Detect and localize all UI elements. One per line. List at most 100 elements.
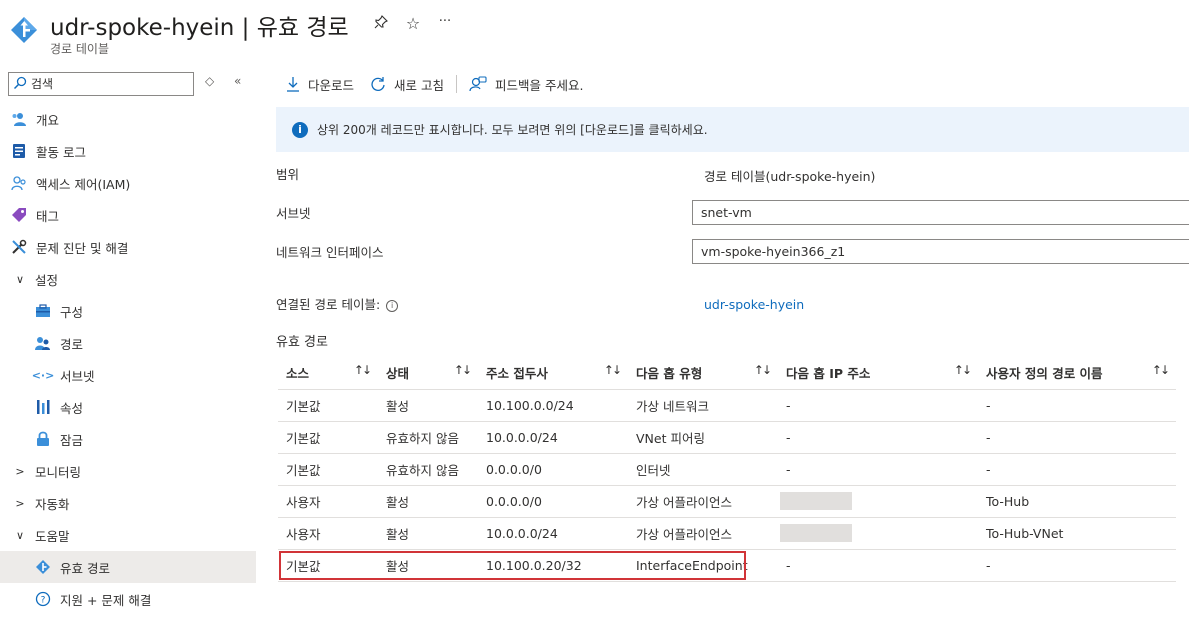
route-table-icon xyxy=(11,17,37,43)
table-header-row: 소스 ↑↓ 상태 ↑↓ 주소 접두사 ↑↓ 다음 홉 유형 ↑↓ 다음 홉 IP 주소 ↑… xyxy=(278,356,1176,390)
column-header-state[interactable]: 상태 ↑↓ xyxy=(378,356,478,390)
sidebar-item-label: 서브넷 xyxy=(60,368,95,384)
redacted-ip-block xyxy=(780,492,852,510)
diagnose-icon xyxy=(10,238,28,256)
sidebar-item-label: 활동 로그 xyxy=(36,144,86,160)
download-icon xyxy=(287,77,299,92)
sort-icon[interactable]: ↑↓ xyxy=(1152,363,1170,377)
sort-icon[interactable]: ↑↓ xyxy=(604,363,622,377)
search-box[interactable] xyxy=(8,72,194,96)
sidebar-item-properties[interactable]: 속성 xyxy=(0,391,256,423)
sidebar-item-label: 문제 진단 및 해결 xyxy=(36,240,129,256)
column-header-address-prefix[interactable]: 주소 접두사 ↑↓ xyxy=(478,356,628,390)
chevron-down-icon: ∨ xyxy=(15,272,25,286)
cell-next-hop-ip xyxy=(778,485,978,518)
table-row: 사용자 활성 0.0.0.0/0 가상 어플라이언스 To-Hub xyxy=(278,485,1176,518)
sidebar-item-label: 지원 + 문제 해결 xyxy=(60,592,152,608)
sidebar-item-iam[interactable]: 액세스 제어(IAM) xyxy=(0,167,256,199)
feedback-button[interactable]: 피드백을 주세요. xyxy=(469,75,583,94)
sidebar-item-label: 개요 xyxy=(36,112,60,128)
star-icon[interactable]: ☆ xyxy=(404,14,422,33)
sidebar-item-locks[interactable]: 잠금 xyxy=(0,423,256,455)
refresh-button[interactable]: 새로 고침 xyxy=(370,75,444,94)
cell-address-prefix: 10.100.0.20/32 xyxy=(478,549,628,582)
sidebar-item-diagnose[interactable]: 문제 진단 및 해결 xyxy=(0,231,256,263)
column-header-udr-name[interactable]: 사용자 정의 경로 이름 ↑↓ xyxy=(978,356,1176,390)
sidebar-item-configuration[interactable]: 구성 xyxy=(0,295,256,327)
download-button[interactable]: 다운로드 xyxy=(286,75,354,94)
column-header-label: 다음 홉 IP 주소 xyxy=(786,365,871,381)
cell-state: 활성 xyxy=(378,389,478,422)
pin-icon[interactable] xyxy=(372,14,390,33)
column-header-source[interactable]: 소스 ↑↓ xyxy=(278,356,378,390)
search-input[interactable] xyxy=(31,75,191,93)
sidebar-item-tags[interactable]: 태그 xyxy=(0,199,256,231)
sidebar-group-automation[interactable]: > 자동화 xyxy=(0,487,256,519)
sidebar-item-label: 유효 경로 xyxy=(60,560,110,576)
sidebar-item-label: 속성 xyxy=(60,400,84,416)
cell-state: 활성 xyxy=(378,485,478,518)
associated-route-table-link[interactable]: udr-spoke-hyein xyxy=(704,297,804,312)
cell-next-hop-type: 인터넷 xyxy=(628,453,778,486)
cell-udr-name: To-Hub-VNet xyxy=(978,517,1176,550)
cell-udr-name: - xyxy=(978,549,1176,582)
associated-route-table-label: 연결된 경로 테이블: i xyxy=(276,294,399,313)
cell-state: 활성 xyxy=(378,549,478,582)
sort-icon[interactable]: ↑↓ xyxy=(954,363,972,377)
cell-address-prefix: 0.0.0.0/0 xyxy=(478,485,628,518)
table-row-highlighted: 기본값 활성 10.100.0.20/32 InterfaceEndpoint … xyxy=(278,549,1176,582)
routes-icon xyxy=(34,334,52,352)
sidebar-group-settings[interactable]: ∨ 설정 xyxy=(0,263,256,295)
cell-address-prefix: 10.100.0.0/24 xyxy=(478,389,628,422)
effective-routes-title: 유효 경로 xyxy=(276,335,328,350)
cell-next-hop-ip: - xyxy=(778,453,978,486)
page-header: udr-spoke-hyein | 유효 경로 경로 테이블 ☆ ··· xyxy=(0,0,1189,62)
cell-source: 사용자 xyxy=(278,485,378,518)
cell-state: 유효하지 않음 xyxy=(378,421,478,454)
search-icon xyxy=(13,76,27,90)
cell-source: 기본값 xyxy=(278,421,378,454)
subnet-icon: <·> xyxy=(31,368,55,382)
sidebar-item-effective-routes[interactable]: 유효 경로 xyxy=(0,551,256,583)
associated-label-text: 연결된 경로 테이블: xyxy=(276,297,381,312)
sidebar-item-subnets[interactable]: <·> 서브넷 xyxy=(0,359,256,391)
feedback-icon xyxy=(469,76,487,92)
sidebar-group-monitoring[interactable]: > 모니터링 xyxy=(0,455,256,487)
cell-next-hop-type: 가상 어플라이언스 xyxy=(628,517,778,550)
cell-source: 기본값 xyxy=(278,389,378,422)
cell-state: 활성 xyxy=(378,517,478,550)
sort-icon[interactable]: ↑↓ xyxy=(354,363,372,377)
sidebar-item-support[interactable]: ? 지원 + 문제 해결 xyxy=(0,583,256,615)
chevron-right-icon: > xyxy=(15,464,25,478)
sidebar-item-label: 모니터링 xyxy=(35,464,82,480)
info-icon[interactable]: i xyxy=(386,299,399,312)
more-icon[interactable]: ··· xyxy=(436,14,454,33)
scope-value: 경로 테이블(udr-spoke-hyein) xyxy=(704,169,876,184)
refresh-icon xyxy=(371,77,385,91)
page-title: udr-spoke-hyein | 유효 경로 xyxy=(50,15,349,41)
cell-next-hop-type: VNet 피어링 xyxy=(628,421,778,454)
column-header-next-hop-type[interactable]: 다음 홉 유형 ↑↓ xyxy=(628,356,778,390)
sort-icon[interactable]: ↑↓ xyxy=(754,363,772,377)
sidebar-item-overview[interactable]: 개요 xyxy=(0,103,256,135)
table-row: 기본값 유효하지 않음 0.0.0.0/0 인터넷 - - xyxy=(278,453,1176,486)
sidebar-item-activity-log[interactable]: 활동 로그 xyxy=(0,135,256,167)
cell-udr-name: - xyxy=(978,453,1176,486)
download-label: 다운로드 xyxy=(308,77,355,93)
nic-dropdown[interactable]: vm-spoke-hyein366_z1 xyxy=(692,239,1189,264)
help-icon: ? xyxy=(34,590,52,608)
sort-icon[interactable]: ↑↓ xyxy=(454,363,472,377)
expand-collapse-icon[interactable]: ◇ xyxy=(205,74,214,88)
subnet-dropdown[interactable]: snet-vm xyxy=(692,200,1189,225)
iam-icon xyxy=(10,174,28,192)
column-header-next-hop-ip[interactable]: 다음 홉 IP 주소 ↑↓ xyxy=(778,356,978,390)
cell-udr-name: To-Hub xyxy=(978,485,1176,518)
cell-udr-name: - xyxy=(978,421,1176,454)
cell-udr-name: - xyxy=(978,389,1176,422)
info-banner: i 상위 200개 레코드만 표시합니다. 모두 보려면 위의 [다운로드]를 … xyxy=(276,107,1189,152)
activity-log-icon xyxy=(10,142,28,160)
subnet-value: snet-vm xyxy=(701,205,752,220)
sidebar-group-help[interactable]: ∨ 도움말 xyxy=(0,519,256,551)
sidebar-item-routes[interactable]: 경로 xyxy=(0,327,256,359)
collapse-sidebar-icon[interactable]: « xyxy=(234,74,241,88)
